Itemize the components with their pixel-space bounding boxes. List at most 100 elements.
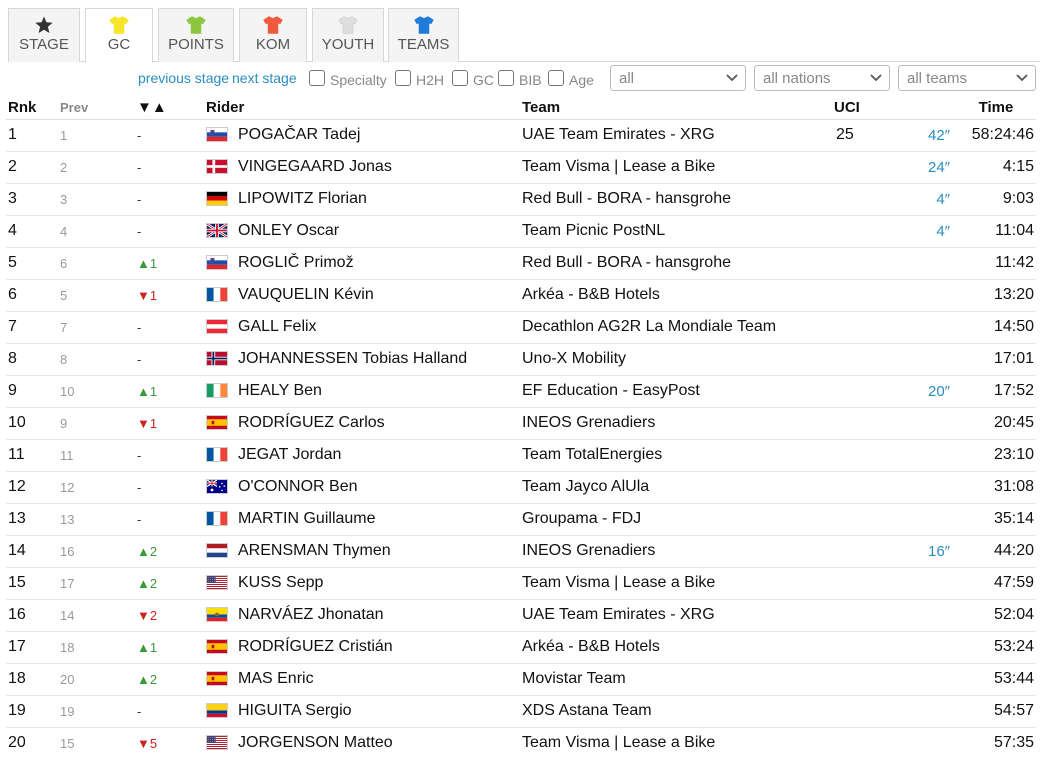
rider-link[interactable]: ARENSMAN Thymen <box>238 542 391 559</box>
rider-link[interactable]: LIPOWITZ Florian <box>238 190 367 207</box>
table-row: 2 2 - VINGEGAARD Jonas Team Visma | Leas… <box>6 151 1036 184</box>
rank-change-cell: ▲2 <box>135 567 204 600</box>
rider-link[interactable]: ONLEY Oscar <box>238 222 339 239</box>
header-change[interactable]: ▼▲ <box>135 97 204 120</box>
team-link[interactable]: Red Bull - BORA - hansgrohe <box>520 183 832 216</box>
rank-change-cell: ▼1 <box>135 279 204 312</box>
prev-rank-cell: 12 <box>58 471 135 504</box>
tab-youth[interactable]: YOUTH <box>312 8 384 62</box>
prev-rank-cell: 14 <box>58 599 135 632</box>
h2h-checkbox[interactable]: H2H <box>395 68 447 90</box>
checkbox-box[interactable] <box>548 70 564 86</box>
team-link[interactable]: INEOS Grenadiers <box>520 407 832 440</box>
header-rider[interactable]: Rider <box>204 97 520 120</box>
bonus-seconds-cell <box>882 695 954 728</box>
team-link[interactable]: Team Visma | Lease a Bike <box>520 151 832 184</box>
rider-link[interactable]: HEALY Ben <box>238 382 322 399</box>
tab-points[interactable]: POINTS <box>158 8 234 62</box>
rider-link[interactable]: VAUQUELIN Kévin <box>238 286 374 303</box>
team-link[interactable]: Team TotalEnergies <box>520 439 832 472</box>
header-time[interactable]: Time <box>954 97 1036 120</box>
uci-points-cell <box>832 183 882 216</box>
team-link[interactable]: Uno-X Mobility <box>520 343 832 376</box>
bonus-seconds-cell <box>882 311 954 344</box>
team-link[interactable]: Team Visma | Lease a Bike <box>520 727 832 759</box>
checkbox-label: BIB <box>519 72 542 88</box>
flag-au-icon <box>206 479 228 495</box>
rider-link[interactable]: O'CONNOR Ben <box>238 478 358 495</box>
team-link[interactable]: UAE Team Emirates - XRG <box>520 599 832 632</box>
prev-rank-cell: 20 <box>58 663 135 696</box>
team-link[interactable]: XDS Astana Team <box>520 695 832 728</box>
rank-cell: 17 <box>6 631 58 664</box>
rider-link[interactable]: MAS Enric <box>238 670 314 687</box>
header-team[interactable]: Team <box>520 97 832 120</box>
table-row: 20 15 ▼5 JORGENSON Matteo Team Visma | L… <box>6 727 1036 759</box>
tab-kom[interactable]: KOM <box>239 8 307 62</box>
team-link[interactable]: Groupama - FDJ <box>520 503 832 536</box>
rider-link[interactable]: JOHANNESSEN Tobias Halland <box>238 350 467 367</box>
bonus-seconds-cell: 4″ <box>882 215 954 248</box>
rider-cell: MARTIN Guillaume <box>204 503 520 536</box>
team-link[interactable]: UAE Team Emirates - XRG <box>520 119 832 152</box>
rider-link[interactable]: VINGEGAARD Jonas <box>238 158 392 175</box>
team-link[interactable]: Team Picnic PostNL <box>520 215 832 248</box>
gc-checkbox[interactable]: GC <box>452 68 496 90</box>
flag-fr-icon <box>206 447 228 463</box>
bonus-seconds-cell <box>882 663 954 696</box>
prev-rank-cell: 11 <box>58 439 135 472</box>
nation-select[interactable]: all nations <box>754 65 890 91</box>
team-link[interactable]: Arkéa - B&B Hotels <box>520 279 832 312</box>
team-link[interactable]: Red Bull - BORA - hansgrohe <box>520 247 832 280</box>
checkbox-box[interactable] <box>395 70 411 86</box>
rank-change-cell: ▲1 <box>135 375 204 408</box>
polka-jersey-icon <box>263 16 283 34</box>
bonus-seconds-cell: 16″ <box>882 535 954 568</box>
classification-tabs: STAGE GC POINTS KOM YOUTH TEAMS <box>8 8 1040 63</box>
rider-link[interactable]: KUSS Sepp <box>238 574 323 591</box>
team-link[interactable]: Team Visma | Lease a Bike <box>520 567 832 600</box>
checkbox-box[interactable] <box>452 70 468 86</box>
rider-link[interactable]: RODRÍGUEZ Carlos <box>238 414 385 431</box>
team-link[interactable]: Movistar Team <box>520 663 832 696</box>
team-link[interactable]: Decathlon AG2R La Mondiale Team <box>520 311 832 344</box>
rider-link[interactable]: RODRÍGUEZ Cristián <box>238 638 393 655</box>
rider-link[interactable]: ROGLIČ Primož <box>238 254 354 271</box>
flag-us-icon <box>206 735 228 751</box>
rider-link[interactable]: POGAČAR Tadej <box>238 126 360 143</box>
previous-stage-link[interactable]: previous stage <box>138 70 229 86</box>
rider-link[interactable]: MARTIN Guillaume <box>238 510 376 527</box>
tab-teams[interactable]: TEAMS <box>388 8 459 62</box>
rider-cell: ARENSMAN Thymen <box>204 535 520 568</box>
rank-cell: 8 <box>6 343 58 376</box>
time-gap-cell: 52:04 <box>954 599 1036 632</box>
team-link[interactable]: INEOS Grenadiers <box>520 535 832 568</box>
checkbox-box[interactable] <box>309 70 325 86</box>
bonus-seconds-cell <box>882 631 954 664</box>
bib-checkbox[interactable]: BIB <box>498 68 546 90</box>
team-link[interactable]: Team Jayco AlUla <box>520 471 832 504</box>
time-gap-cell: 35:14 <box>954 503 1036 536</box>
team-link[interactable]: Arkéa - B&B Hotels <box>520 631 832 664</box>
header-prev[interactable]: Prev <box>58 97 135 120</box>
time-gap-cell: 54:57 <box>954 695 1036 728</box>
next-stage-link[interactable]: next stage <box>232 70 297 86</box>
header-uci[interactable]: UCI <box>832 97 882 120</box>
team-select[interactable]: all teams <box>898 65 1036 91</box>
rider-link[interactable]: NARVÁEZ Jhonatan <box>238 606 384 623</box>
age-checkbox[interactable]: Age <box>548 68 598 90</box>
rider-cell: ONLEY Oscar <box>204 215 520 248</box>
rider-link[interactable]: GALL Felix <box>238 318 317 335</box>
rank-cell: 6 <box>6 279 58 312</box>
specialty-checkbox[interactable]: Specialty <box>309 68 391 90</box>
rider-link[interactable]: JEGAT Jordan <box>238 446 341 463</box>
header-rnk[interactable]: Rnk <box>6 97 58 120</box>
tab-stage[interactable]: STAGE <box>8 8 80 62</box>
checkbox-box[interactable] <box>498 70 514 86</box>
tab-gc[interactable]: GC <box>85 8 153 63</box>
rider-link[interactable]: HIGUITA Sergio <box>238 702 352 719</box>
team-link[interactable]: EF Education - EasyPost <box>520 375 832 408</box>
category-select[interactable]: all <box>610 65 746 91</box>
rider-cell: JOHANNESSEN Tobias Halland <box>204 343 520 376</box>
rider-link[interactable]: JORGENSON Matteo <box>238 734 393 751</box>
